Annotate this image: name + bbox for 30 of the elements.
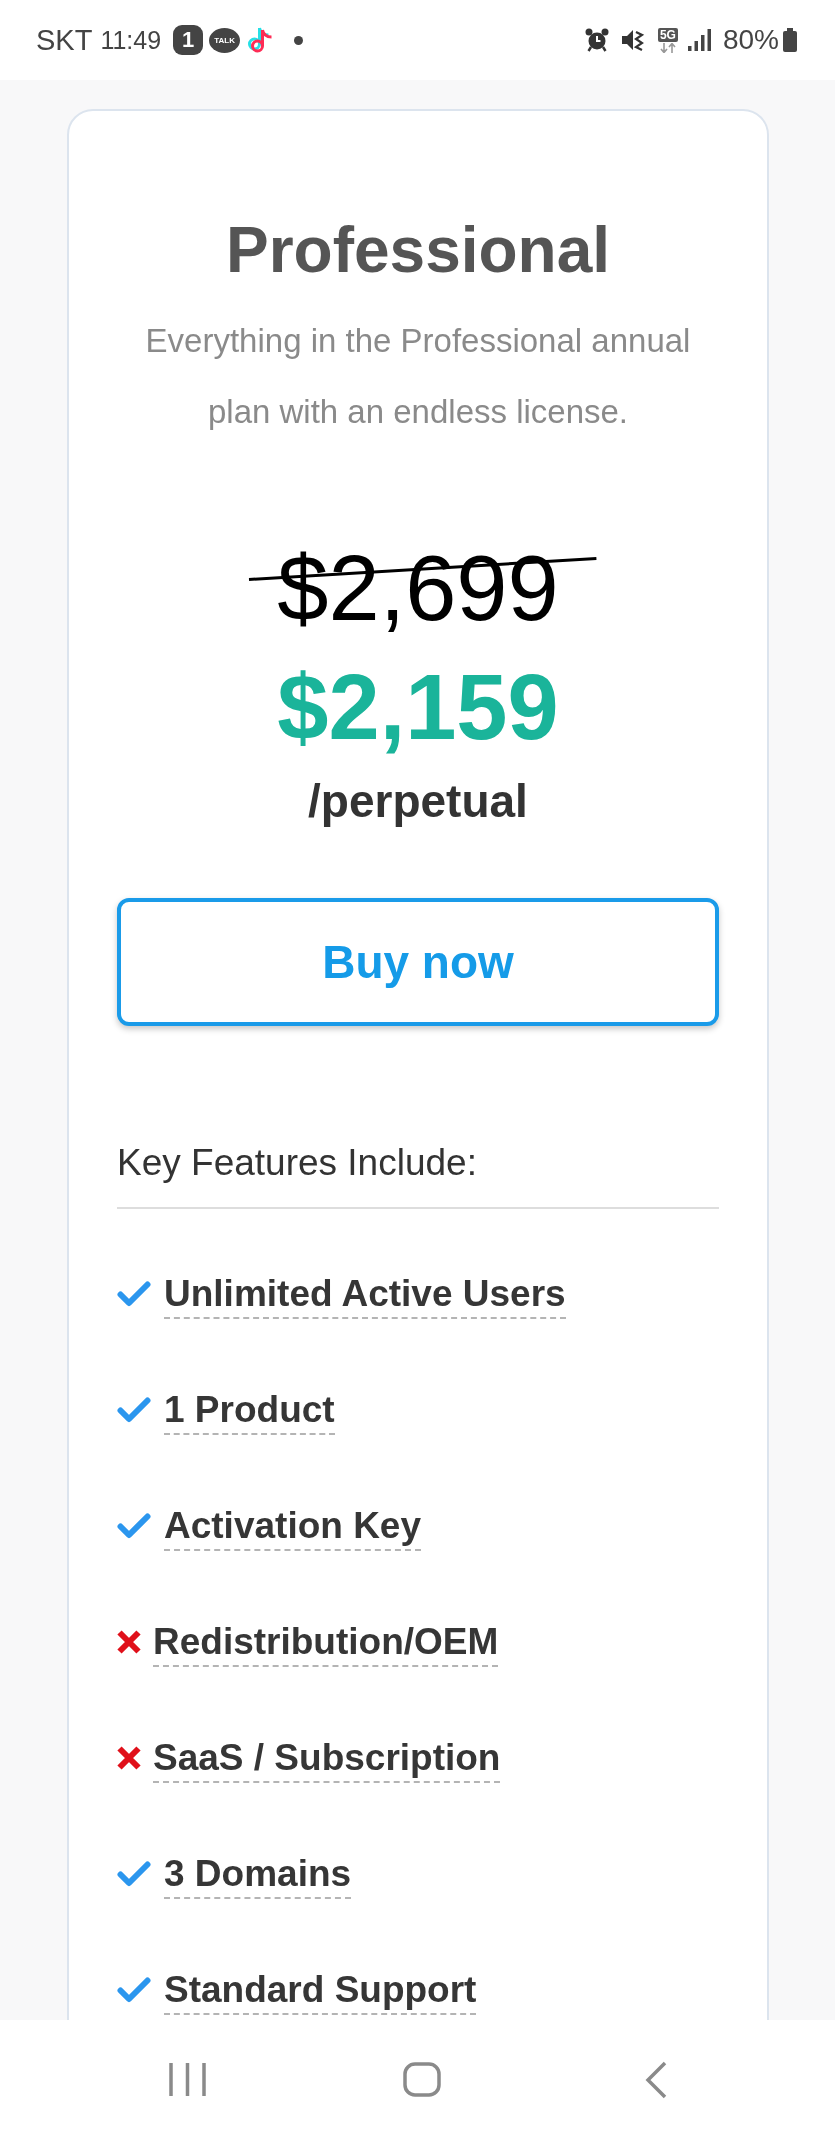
alarm-clock-icon — [584, 28, 609, 52]
feature-label: Standard Support — [164, 1967, 477, 2015]
music-note-icon — [248, 26, 275, 54]
recent-apps-icon[interactable] — [169, 2062, 206, 2097]
sale-price: $2,159 — [277, 657, 559, 757]
notification-dot-icon — [294, 35, 304, 45]
feature-label: Activation Key — [164, 1503, 421, 1551]
features-heading: Key Features Include: — [117, 1142, 477, 1183]
feature-label: Redistribution/OEM — [153, 1619, 499, 1667]
buy-now-button[interactable]: Buy now — [117, 898, 719, 1026]
plan-title: Professional — [224, 213, 612, 288]
home-icon[interactable] — [402, 2062, 441, 2097]
battery-percentage: 80% — [722, 24, 779, 56]
battery-icon — [783, 28, 797, 52]
chat-bubble: TALK — [209, 27, 241, 53]
clock-time: 11:49 — [100, 25, 162, 55]
feature-label: 3 Domains — [164, 1851, 352, 1899]
data-arrows-icon — [657, 42, 678, 53]
back-icon[interactable] — [644, 2060, 667, 2099]
feature-label: 1 Product — [164, 1387, 335, 1435]
network-type-label: 5G — [657, 27, 678, 42]
plan-description: Everything in the Professional annual plan with an endless license. — [144, 321, 692, 432]
signal-icon — [687, 29, 711, 51]
speaker-vibrate-icon — [620, 28, 645, 52]
carrier-name: SKT — [36, 23, 93, 57]
original-price: $2,699 — [277, 538, 559, 638]
price-period: /perpetual — [308, 774, 528, 829]
feature-label: SaaS / Subscription — [153, 1735, 501, 1783]
feature-label: Unlimited Active Users — [164, 1271, 566, 1319]
app-badge: 1 — [173, 25, 204, 55]
